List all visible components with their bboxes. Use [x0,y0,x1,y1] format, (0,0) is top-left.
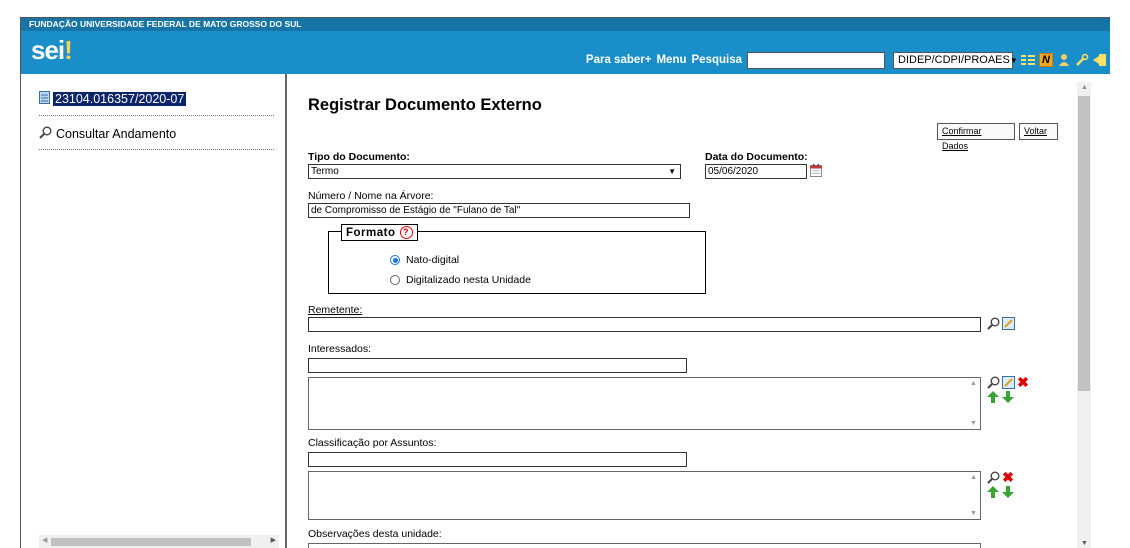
scrollbar-thumb[interactable] [51,538,251,546]
scroll-up-icon[interactable]: ▲ [1081,84,1088,91]
magnifier-icon [39,126,52,142]
arrow-down-icon[interactable] [1001,390,1015,404]
vertical-scrollbar[interactable]: ▲ ▼ [1077,82,1091,548]
divider [39,115,274,116]
scroll-down-icon[interactable]: ▼ [1081,540,1088,547]
arrow-down-icon[interactable] [1001,485,1015,499]
menu-link[interactable]: Menu [656,54,686,66]
para-saber-link[interactable]: Para saber+ [586,54,652,66]
chevron-down-icon: ▼ [1009,55,1018,65]
pesquisa-link[interactable]: Pesquisa [692,54,743,66]
scroll-left-icon[interactable]: ◀ [42,536,47,544]
page-title: Registrar Documento Externo [308,96,542,114]
horizontal-scrollbar[interactable]: ◀ ▶ [39,535,279,548]
logo-dot: ! [64,35,73,65]
unit-select-value: DIDEP/CDPI/PROAES [898,54,1010,66]
remetente-label-text: Remetente: [308,304,363,316]
numero-arvore-label: Número / Nome na Árvore: [308,190,434,202]
interessados-list[interactable]: ▲ ▼ [308,377,981,430]
remetente-label: Remetente: [308,304,362,316]
tipo-documento-select[interactable]: Termo ▼ [308,164,681,179]
formato-digitalizado[interactable]: Digitalizado nesta Unidade [390,274,531,286]
remove-icon[interactable]: ✖ [1016,374,1030,390]
observacoes-label: Observações desta unidade: [308,528,442,540]
formato-legend-text: Formato [346,226,396,239]
chevron-down-icon: ▼ [668,167,676,176]
data-documento-label: Data do Documento: [705,151,808,163]
divider [39,149,274,150]
list-scrollbar[interactable]: ▲ ▼ [966,378,980,429]
top-bar: FUNDAÇÃO UNIVERSIDADE FEDERAL DE MATO GR… [21,18,1110,74]
consultar-andamento-label: Consultar Andamento [56,127,177,141]
logo-text: sei [31,35,65,65]
tipo-documento-value: Termo [311,166,339,177]
notes-icon[interactable]: N [1039,53,1053,67]
interessados-input[interactable] [308,358,687,373]
confirmar-dados-button[interactable]: Confirmar Dados [937,123,1015,151]
voltar-button[interactable]: Voltar [1019,123,1058,140]
classificacao-label: Classificação por Assuntos: [308,437,437,449]
numero-arvore-input[interactable]: de Compromisso de Estágio de "Fulano de … [308,203,690,218]
edit-contact-icon[interactable] [1001,375,1015,389]
list-scrollbar[interactable]: ▲ ▼ [966,472,980,519]
calendar-icon[interactable] [809,163,823,177]
tools-icon[interactable] [1075,53,1089,67]
process-tree-panel: 23104.016357/2020-07 Consultar Andamento… [21,74,287,548]
exit-icon[interactable] [1093,53,1107,67]
main-content: Registrar Documento Externo Confirmar Da… [289,74,1110,548]
search-icon[interactable] [986,470,1000,484]
remove-icon[interactable]: ✖ [1001,469,1015,485]
search-icon[interactable] [986,316,1000,330]
observacoes-textarea[interactable] [308,543,981,548]
user-icon[interactable] [1057,53,1071,67]
app-window: FUNDAÇÃO UNIVERSIDADE FEDERAL DE MATO GR… [20,17,1110,548]
list-icon[interactable] [1021,53,1035,67]
scrollbar-thumb[interactable] [1078,96,1090,391]
unit-select[interactable]: DIDEP/CDPI/PROAES ▼ [893,51,1018,69]
process-icon [39,91,50,107]
arrow-up-icon[interactable] [986,390,1000,404]
classificacao-input[interactable] [308,452,687,467]
formato-option-label: Digitalizado nesta Unidade [406,274,531,286]
search-icon[interactable] [986,375,1000,389]
interessados-label: Interessados: [308,343,372,355]
tipo-documento-label: Tipo do Documento: [308,151,410,163]
process-tree-root[interactable]: 23104.016357/2020-07 [39,91,187,107]
search-input[interactable] [747,51,885,69]
arrow-up-icon[interactable] [986,485,1000,499]
consultar-andamento-link[interactable]: Consultar Andamento [39,126,176,142]
process-number[interactable]: 23104.016357/2020-07 [53,92,187,106]
top-links: Para saber+ Menu Pesquisa DIDEP/CDPI/PRO… [586,50,1110,70]
radio-unselected-icon[interactable] [390,275,400,285]
data-documento-input[interactable]: 05/06/2020 [705,164,807,179]
formato-nato-digital[interactable]: Nato-digital [390,254,459,266]
edit-contact-icon[interactable] [1001,316,1015,330]
formato-option-label: Nato-digital [406,254,460,266]
classificacao-list[interactable]: ▲ ▼ [308,471,981,520]
scroll-right-icon[interactable]: ▶ [271,536,276,544]
radio-selected-icon[interactable] [390,255,400,265]
sei-logo[interactable]: sei! [31,35,73,65]
institution-name: FUNDAÇÃO UNIVERSIDADE FEDERAL DE MATO GR… [21,18,1110,31]
help-icon[interactable]: ? [399,226,413,239]
formato-legend: Formato ? [341,224,418,241]
remetente-input[interactable] [308,317,981,332]
